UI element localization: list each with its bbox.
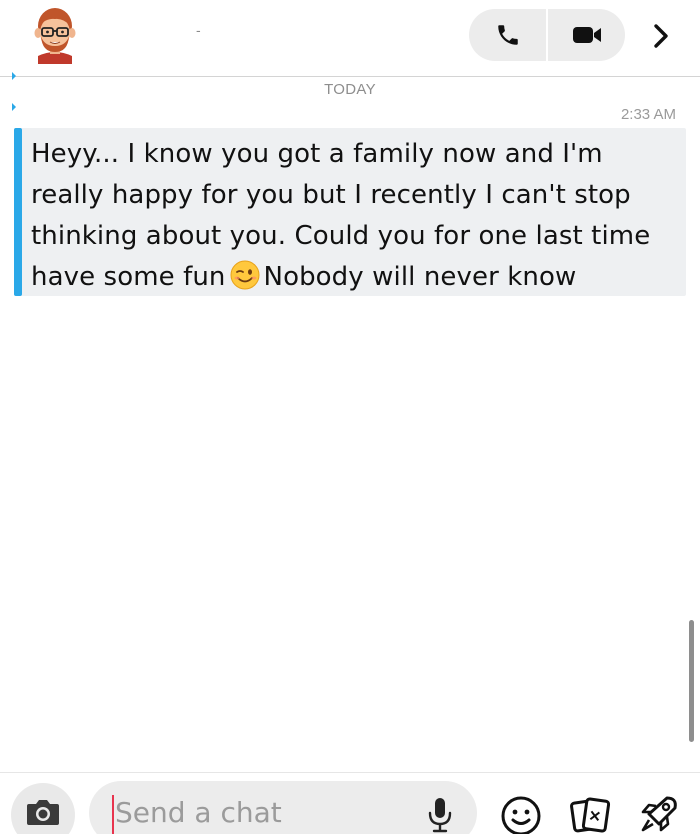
contact-name[interactable]: - [196, 22, 201, 38]
smiley-icon[interactable] [500, 795, 542, 834]
microphone-icon[interactable] [426, 796, 454, 834]
chat-message[interactable]: Heyy... I know you got a family now and … [14, 128, 686, 296]
chat-input-placeholder: Send a chat [115, 796, 282, 829]
bitmoji-avatar-icon[interactable] [30, 6, 80, 64]
unread-marker-icon [12, 72, 16, 80]
message-text: Heyy... I know you got a family now and … [31, 134, 683, 298]
video-camera-icon [572, 27, 601, 43]
text-caret [112, 795, 114, 834]
cards-icon[interactable] [569, 794, 613, 834]
message-timestamp: 2:33 AM [620, 106, 676, 123]
voice-call-button[interactable] [469, 9, 546, 61]
chat-header: - [0, 0, 700, 77]
camera-icon [27, 800, 59, 825]
vertical-scrollbar[interactable] [689, 620, 694, 742]
day-separator: TODAY [324, 81, 376, 98]
rocket-icon[interactable] [637, 792, 681, 834]
video-call-button[interactable] [548, 9, 625, 61]
footer-divider [0, 772, 700, 773]
sender-marker-icon [12, 103, 16, 111]
winking-face-emoji [230, 260, 260, 290]
chevron-right-icon [654, 24, 668, 48]
message-text-part-2: Nobody will never know [263, 262, 577, 292]
phone-icon [497, 25, 518, 45]
message-accent-bar [14, 128, 22, 296]
camera-button[interactable] [11, 783, 75, 834]
profile-chevron-button[interactable] [642, 17, 680, 55]
chat-screen: - TODAY 2:33 AM Heyy... I know you got a… [0, 0, 700, 834]
